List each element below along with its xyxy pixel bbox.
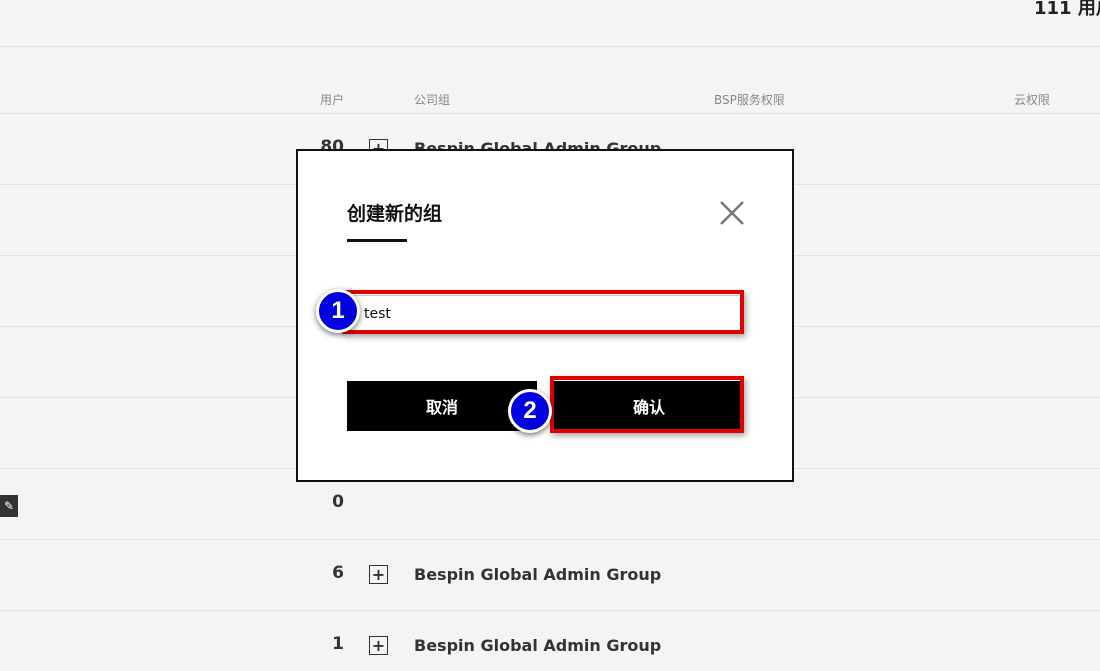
user-count: 1 (332, 634, 344, 654)
column-header-users: 用户 (320, 93, 345, 107)
column-header-company-group: 公司组 (414, 93, 451, 107)
total-users-count: 111 用户 (1034, 0, 1100, 19)
title-underline (347, 239, 407, 242)
company-group-name: Bespin Global Admin Group (414, 565, 662, 584)
confirm-button[interactable]: 确认 (554, 381, 744, 431)
company-group-name: Bespin Global Admin Group (414, 636, 662, 655)
user-count: 6 (332, 563, 344, 583)
step-marker-2: 2 (508, 389, 552, 433)
close-icon[interactable] (718, 199, 746, 227)
user-count: 0 (332, 492, 344, 512)
step-marker-1: 1 (316, 289, 360, 333)
dialog-title: 创建新的组 (347, 203, 443, 225)
expand-icon[interactable]: + (369, 636, 388, 655)
create-group-dialog: 创建新的组 取消 确认 (296, 149, 794, 482)
group-name-input[interactable] (349, 295, 741, 333)
pencil-icon[interactable]: ✎ (0, 495, 18, 517)
expand-icon[interactable]: + (369, 565, 388, 584)
column-header-bsp-permission: BSP服务权限 (714, 93, 785, 107)
table-row[interactable]: 1 + Bespin Global Admin Group (0, 611, 1100, 671)
divider (0, 46, 1100, 47)
table-row[interactable]: 6 + Bespin Global Admin Group (0, 540, 1100, 611)
column-header-cloud-permission: 云权限 (1014, 93, 1051, 107)
